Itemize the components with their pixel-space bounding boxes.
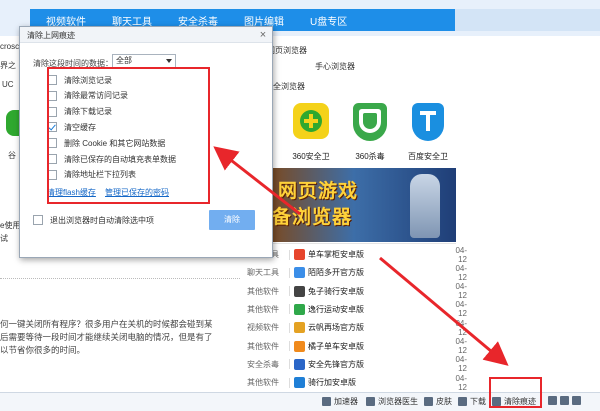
arrow-to-options <box>213 146 301 216</box>
arrow-to-clear-traces <box>379 256 509 366</box>
annotation-arrows <box>213 146 509 366</box>
